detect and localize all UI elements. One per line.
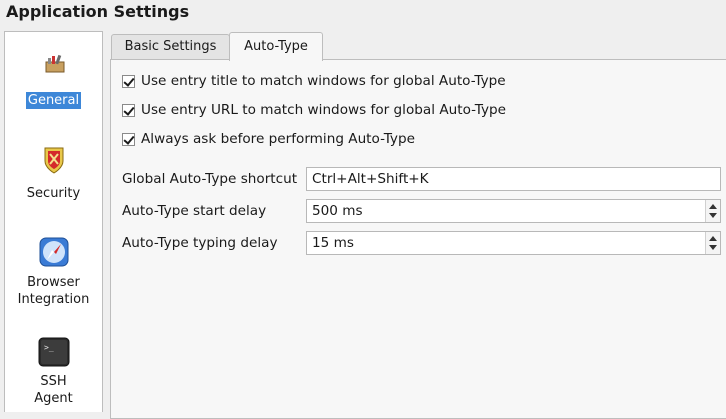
sidebar-item-label: General bbox=[25, 92, 82, 109]
checkbox-match-url[interactable]: Use entry URL to match windows for globa… bbox=[122, 101, 506, 119]
toolbox-icon bbox=[45, 54, 64, 73]
spin-down-icon[interactable] bbox=[709, 245, 717, 250]
checkbox-label: Use entry URL to match windows for globa… bbox=[141, 102, 507, 118]
svg-text:>_: >_ bbox=[44, 343, 54, 352]
spin-buttons[interactable] bbox=[705, 200, 720, 222]
shortcut-input[interactable]: Ctrl+Alt+Shift+K bbox=[306, 167, 721, 191]
spin-down-icon[interactable] bbox=[709, 213, 717, 218]
checkbox-box[interactable] bbox=[122, 103, 135, 117]
shortcut-label: Global Auto-Type shortcut bbox=[122, 171, 298, 187]
sidebar-item-label: Security bbox=[26, 186, 81, 201]
spin-buttons[interactable] bbox=[705, 232, 720, 254]
shield-icon bbox=[44, 147, 63, 174]
tab-basic-settings[interactable]: Basic Settings bbox=[111, 34, 230, 60]
terminal-icon: >_ bbox=[38, 337, 69, 367]
start-delay-label: Auto-Type start delay bbox=[122, 203, 267, 219]
checkbox-always-ask[interactable]: Always ask before performing Auto-Type bbox=[122, 130, 415, 148]
spin-up-icon[interactable] bbox=[709, 204, 717, 209]
sidebar-item-label: Browser Integration bbox=[17, 275, 90, 307]
checkbox-box[interactable] bbox=[122, 74, 135, 88]
sidebar-item-general[interactable]: General bbox=[5, 46, 102, 109]
typing-delay-spinbox[interactable]: 15 ms bbox=[306, 231, 721, 255]
checkbox-match-title[interactable]: Use entry title to match windows for glo… bbox=[122, 72, 506, 90]
settings-category-list: General Security Browser Integration >_ … bbox=[4, 31, 103, 412]
start-delay-value: 500 ms bbox=[312, 203, 363, 219]
sidebar-item-browser-integration[interactable]: Browser Integration bbox=[5, 235, 102, 308]
sidebar-item-ssh-agent[interactable]: >_ SSH Agent bbox=[5, 335, 102, 407]
checkbox-box[interactable] bbox=[122, 132, 135, 146]
auto-type-panel: Use entry title to match windows for glo… bbox=[110, 59, 726, 419]
checkbox-label: Always ask before performing Auto-Type bbox=[141, 131, 415, 147]
start-delay-spinbox[interactable]: 500 ms bbox=[306, 199, 721, 223]
tab-auto-type[interactable]: Auto-Type bbox=[229, 32, 323, 61]
typing-delay-value: 15 ms bbox=[312, 235, 354, 251]
sidebar-item-security[interactable]: Security bbox=[5, 143, 102, 202]
window-title: Application Settings bbox=[6, 2, 190, 21]
spin-up-icon[interactable] bbox=[709, 236, 717, 241]
sidebar-item-label: SSH Agent bbox=[34, 374, 73, 406]
typing-delay-label: Auto-Type typing delay bbox=[122, 235, 278, 251]
checkbox-label: Use entry title to match windows for glo… bbox=[141, 73, 506, 89]
compass-icon bbox=[39, 237, 68, 267]
